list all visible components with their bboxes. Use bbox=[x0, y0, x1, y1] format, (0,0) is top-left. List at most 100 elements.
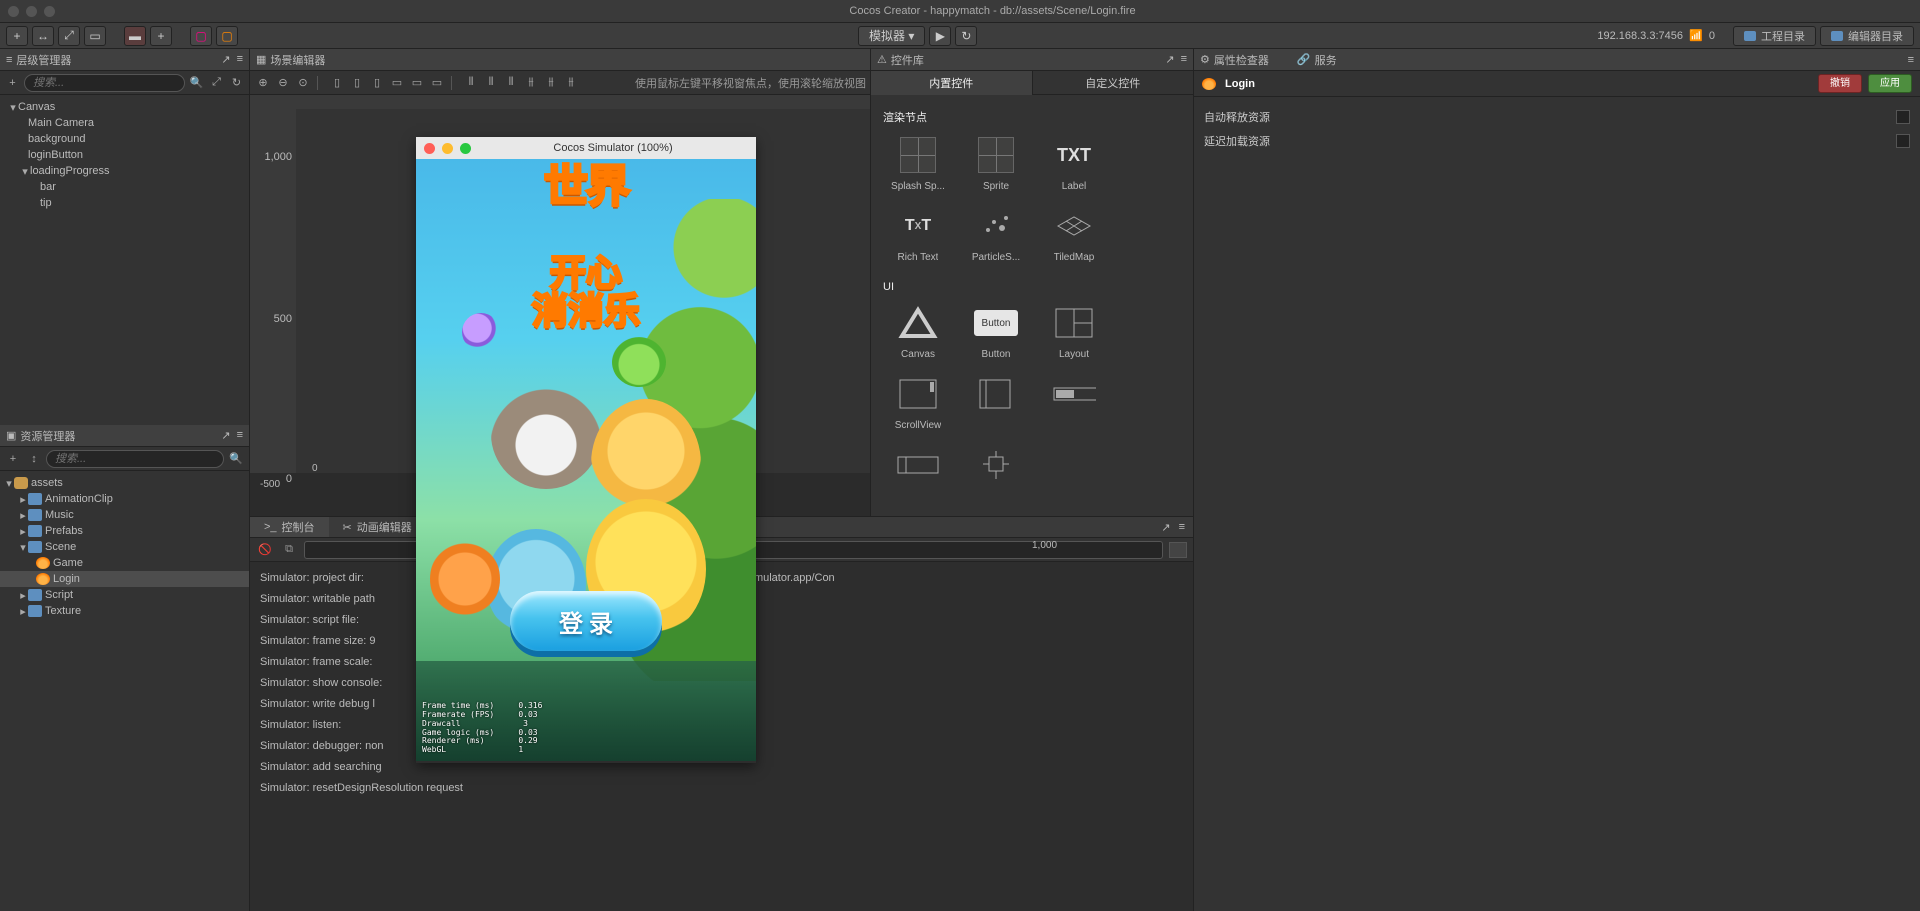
zoom-out-icon[interactable]: ⊖ bbox=[274, 74, 292, 92]
node-item[interactable]: ▾Canvas bbox=[0, 99, 249, 115]
control-sprite[interactable]: Sprite bbox=[964, 135, 1028, 192]
control-splash-sprite[interactable]: Splash Sp... bbox=[886, 135, 950, 192]
distribute-icon[interactable]: ⫵ bbox=[542, 74, 560, 92]
traffic-lights[interactable] bbox=[8, 6, 55, 17]
asset-item[interactable]: ▸AnimationClip bbox=[0, 491, 249, 507]
ruler-tick: -500 bbox=[260, 479, 280, 490]
checkbox[interactable] bbox=[1896, 134, 1910, 148]
distribute-icon[interactable]: ⫴ bbox=[482, 74, 500, 92]
control-item[interactable] bbox=[1042, 374, 1106, 431]
asset-item[interactable]: ▸Music bbox=[0, 507, 249, 523]
inspector-subheader: Login 撤销 应用 bbox=[1194, 71, 1920, 97]
zoom-fit-icon[interactable]: ⊙ bbox=[294, 74, 312, 92]
asset-item[interactable]: ▸Texture bbox=[0, 603, 249, 619]
asset-item[interactable]: ▾Scene bbox=[0, 539, 249, 555]
asset-item[interactable]: Game bbox=[0, 555, 249, 571]
node-item[interactable]: ▾loadingProgress bbox=[0, 163, 249, 179]
asset-item[interactable]: ▸Script bbox=[0, 587, 249, 603]
control-item[interactable] bbox=[964, 445, 1028, 485]
distribute-icon[interactable]: ⫴ bbox=[462, 74, 480, 92]
control-scrollview[interactable]: ScrollView bbox=[886, 374, 950, 431]
distribute-icon[interactable]: ⫴ bbox=[502, 74, 520, 92]
checkbox[interactable] bbox=[1896, 110, 1910, 124]
tab-builtin[interactable]: 内置控件 bbox=[871, 71, 1033, 95]
popout-icon[interactable]: ↗ bbox=[1165, 53, 1174, 66]
max-dot[interactable] bbox=[44, 6, 55, 17]
zoom-icon[interactable] bbox=[460, 143, 471, 154]
menu-icon[interactable]: ≡ bbox=[1179, 521, 1185, 533]
node-item[interactable]: background bbox=[0, 131, 249, 147]
search-icon[interactable]: 🔍 bbox=[188, 74, 205, 92]
simulator-window[interactable]: Cocos Simulator (100%) 世界 开心消消乐 登 录 Fram… bbox=[416, 137, 756, 763]
apply-button[interactable]: 应用 bbox=[1868, 74, 1912, 93]
control-particle[interactable]: ParticleS... bbox=[964, 206, 1028, 263]
control-item[interactable] bbox=[964, 374, 1028, 431]
simulator-titlebar[interactable]: Cocos Simulator (100%) bbox=[416, 137, 756, 159]
menu-icon[interactable]: ≡ bbox=[1908, 54, 1914, 66]
distribute-icon[interactable]: ⫵ bbox=[562, 74, 580, 92]
tab-animation[interactable]: ✂动画编辑器 bbox=[329, 517, 426, 537]
hierarchy-search[interactable] bbox=[24, 74, 185, 92]
maximize-button[interactable] bbox=[1169, 542, 1187, 558]
menu-icon[interactable]: ≡ bbox=[237, 53, 243, 66]
tool-device1[interactable]: ▢ bbox=[190, 26, 212, 46]
tool-center[interactable]: ▬ bbox=[124, 26, 146, 46]
node-item[interactable]: tip bbox=[0, 195, 249, 211]
control-tiledmap[interactable]: TiledMap bbox=[1042, 206, 1106, 263]
tool-device2[interactable]: ▢ bbox=[216, 26, 238, 46]
tool-local[interactable]: + bbox=[150, 26, 172, 46]
add-asset-button[interactable]: + bbox=[4, 450, 22, 468]
copy-icon[interactable]: ⧉ bbox=[280, 541, 298, 559]
tab-console[interactable]: >_控制台 bbox=[250, 517, 329, 537]
popout-icon[interactable]: ↗ bbox=[1161, 521, 1170, 534]
asset-item[interactable]: ▸Prefabs bbox=[0, 523, 249, 539]
control-button[interactable]: ButtonButton bbox=[964, 303, 1028, 360]
control-item[interactable] bbox=[886, 445, 950, 485]
asset-item[interactable]: ▾assets bbox=[0, 475, 249, 491]
clear-icon[interactable]: 🚫 bbox=[256, 541, 274, 559]
tab-custom[interactable]: 自定义控件 bbox=[1033, 71, 1194, 95]
simulator-dropdown[interactable]: 模拟器 ▾ bbox=[858, 26, 925, 46]
revert-button[interactable]: 撤销 bbox=[1818, 74, 1862, 93]
add-node-button[interactable]: + bbox=[4, 74, 21, 92]
align-icon[interactable]: ▯ bbox=[328, 74, 346, 92]
node-item[interactable]: Main Camera bbox=[0, 115, 249, 131]
assets-search[interactable] bbox=[46, 450, 224, 468]
popout-icon[interactable]: ↗ bbox=[221, 53, 230, 66]
simulator-content[interactable]: 世界 开心消消乐 登 录 Frame time (ms) 0.316 Frame… bbox=[416, 159, 756, 761]
align-icon[interactable]: ▭ bbox=[428, 74, 446, 92]
node-item[interactable]: loginButton bbox=[0, 147, 249, 163]
refresh-icon[interactable]: ↻ bbox=[228, 74, 245, 92]
search-icon[interactable]: 🔍 bbox=[227, 450, 245, 468]
close-icon[interactable] bbox=[424, 143, 435, 154]
align-icon[interactable]: ▭ bbox=[408, 74, 426, 92]
control-layout[interactable]: Layout bbox=[1042, 303, 1106, 360]
reload-button[interactable]: ↻ bbox=[955, 26, 977, 46]
tool-add[interactable]: + bbox=[6, 26, 28, 46]
min-dot[interactable] bbox=[26, 6, 37, 17]
minimize-icon[interactable] bbox=[442, 143, 453, 154]
tool-rect[interactable]: ▭ bbox=[84, 26, 106, 46]
align-icon[interactable]: ▭ bbox=[388, 74, 406, 92]
play-button[interactable]: ▶ bbox=[929, 26, 951, 46]
tool-move[interactable]: ↔ bbox=[32, 26, 54, 46]
expand-icon[interactable]: ⤢ bbox=[208, 74, 225, 92]
zoom-in-icon[interactable]: ⊕ bbox=[254, 74, 272, 92]
menu-icon[interactable]: ≡ bbox=[237, 429, 243, 442]
menu-icon[interactable]: ≡ bbox=[1181, 53, 1187, 66]
align-icon[interactable]: ▯ bbox=[368, 74, 386, 92]
popout-icon[interactable]: ↗ bbox=[221, 429, 230, 442]
align-icon[interactable]: ▯ bbox=[348, 74, 366, 92]
close-dot[interactable] bbox=[8, 6, 19, 17]
control-label[interactable]: TXTLabel bbox=[1042, 135, 1106, 192]
distribute-icon[interactable]: ⫵ bbox=[522, 74, 540, 92]
asset-item[interactable]: Login bbox=[0, 571, 249, 587]
open-project-dir[interactable]: 工程目录 bbox=[1733, 26, 1816, 46]
open-editor-dir[interactable]: 编辑器目录 bbox=[1820, 26, 1914, 46]
node-item[interactable]: bar bbox=[0, 179, 249, 195]
login-button[interactable]: 登 录 bbox=[510, 591, 662, 651]
control-richtext[interactable]: TXTRich Text bbox=[886, 206, 950, 263]
sort-button[interactable]: ↕ bbox=[25, 450, 43, 468]
control-canvas[interactable]: Canvas bbox=[886, 303, 950, 360]
tool-scale[interactable]: ⤢ bbox=[58, 26, 80, 46]
